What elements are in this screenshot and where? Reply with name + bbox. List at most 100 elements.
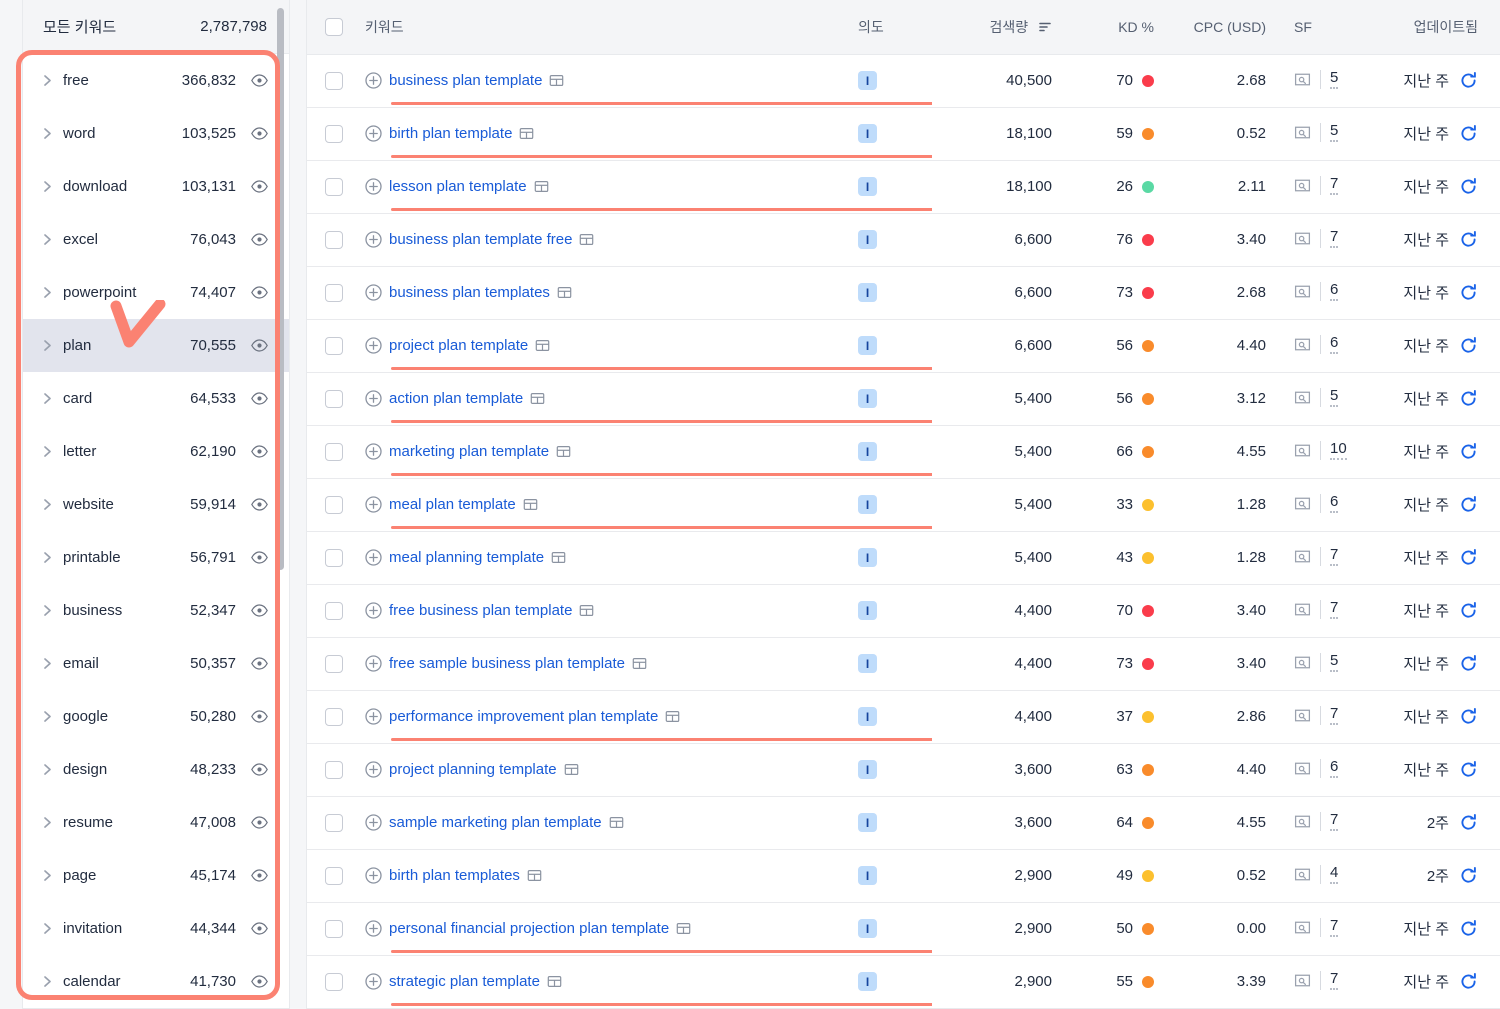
eye-icon[interactable] <box>250 336 269 355</box>
intent-badge[interactable]: I <box>858 177 877 196</box>
intent-badge[interactable]: I <box>858 654 877 673</box>
row-checkbox[interactable] <box>325 177 343 196</box>
add-keyword-icon[interactable] <box>365 231 382 248</box>
serp-features-icon[interactable] <box>1294 230 1311 247</box>
serp-overview-icon[interactable] <box>557 285 572 300</box>
eye-icon[interactable] <box>250 389 269 408</box>
intent-badge[interactable]: I <box>858 707 877 726</box>
keyword-group-row[interactable]: free 366,832 <box>23 54 289 107</box>
keyword-group-row[interactable]: excel 76,043 <box>23 213 289 266</box>
serp-features-icon[interactable] <box>1294 336 1311 353</box>
add-keyword-icon[interactable] <box>365 708 382 725</box>
table-row[interactable]: meal plan template I 5,400 33 1.28 6 지난 주 <box>307 478 1500 532</box>
refresh-icon[interactable] <box>1459 866 1478 885</box>
row-checkbox[interactable] <box>325 495 343 514</box>
chevron-right-icon[interactable] <box>41 445 59 458</box>
table-row[interactable]: performance improvement plan template I 4,… <box>307 690 1500 744</box>
serp-features-icon[interactable] <box>1294 760 1311 777</box>
serp-features-icon[interactable] <box>1294 707 1311 724</box>
row-checkbox[interactable] <box>325 866 343 885</box>
add-keyword-icon[interactable] <box>365 496 382 513</box>
intent-badge[interactable]: I <box>858 495 877 514</box>
intent-badge[interactable]: I <box>858 283 877 302</box>
serp-features-icon[interactable] <box>1294 919 1311 936</box>
keyword-link[interactable]: marketing plan template <box>389 443 549 460</box>
chevron-right-icon[interactable] <box>41 286 59 299</box>
row-checkbox[interactable] <box>325 813 343 832</box>
table-row[interactable]: personal financial projection plan templ… <box>307 902 1500 956</box>
serp-overview-icon[interactable] <box>535 338 550 353</box>
sf-value[interactable]: 7 <box>1330 599 1339 620</box>
serp-overview-icon[interactable] <box>665 709 680 724</box>
row-checkbox[interactable] <box>325 919 343 938</box>
chevron-right-icon[interactable] <box>41 74 59 87</box>
chevron-right-icon[interactable] <box>41 710 59 723</box>
serp-overview-icon[interactable] <box>530 391 545 406</box>
eye-icon[interactable] <box>250 601 269 620</box>
serp-features-icon[interactable] <box>1294 124 1311 141</box>
eye-icon[interactable] <box>250 230 269 249</box>
row-checkbox[interactable] <box>325 71 343 90</box>
serp-overview-icon[interactable] <box>564 762 579 777</box>
keyword-link[interactable]: birth plan templates <box>389 867 520 884</box>
add-keyword-icon[interactable] <box>365 443 382 460</box>
refresh-icon[interactable] <box>1459 813 1478 832</box>
table-row[interactable]: meal planning template I 5,400 43 1.28 7 지난 주 <box>307 531 1500 585</box>
sf-value[interactable]: 7 <box>1330 970 1339 991</box>
add-keyword-icon[interactable] <box>365 602 382 619</box>
keyword-link[interactable]: project planning template <box>389 761 557 778</box>
keyword-link[interactable]: action plan template <box>389 390 523 407</box>
keyword-group-row[interactable]: plan 70,555 <box>23 319 289 372</box>
refresh-icon[interactable] <box>1459 230 1478 249</box>
sf-value[interactable]: 5 <box>1330 387 1339 408</box>
add-keyword-icon[interactable] <box>365 178 382 195</box>
intent-badge[interactable]: I <box>858 71 877 90</box>
sf-value[interactable]: 7 <box>1330 175 1339 196</box>
eye-icon[interactable] <box>250 124 269 143</box>
serp-features-icon[interactable] <box>1294 601 1311 618</box>
sf-value[interactable]: 6 <box>1330 281 1339 302</box>
sf-value[interactable]: 5 <box>1330 69 1339 90</box>
keyword-group-row[interactable]: page 45,174 <box>23 849 289 902</box>
chevron-right-icon[interactable] <box>41 604 59 617</box>
keyword-group-row[interactable]: powerpoint 74,407 <box>23 266 289 319</box>
table-row[interactable]: project plan template I 6,600 56 4.40 6 지난 주 <box>307 319 1500 373</box>
eye-icon[interactable] <box>250 283 269 302</box>
table-row[interactable]: project planning template I 3,600 63 4.40 6 지난… <box>307 743 1500 797</box>
header-sf[interactable]: SF <box>1280 0 1370 55</box>
keyword-group-row[interactable]: website 59,914 <box>23 478 289 531</box>
chevron-right-icon[interactable] <box>41 816 59 829</box>
serp-overview-icon[interactable] <box>534 179 549 194</box>
sf-value[interactable]: 7 <box>1330 811 1339 832</box>
chevron-right-icon[interactable] <box>41 392 59 405</box>
add-keyword-icon[interactable] <box>365 72 382 89</box>
add-keyword-icon[interactable] <box>365 655 382 672</box>
chevron-right-icon[interactable] <box>41 127 59 140</box>
table-row[interactable]: marketing plan template I 5,400 66 4.55 10 지난 … <box>307 425 1500 479</box>
table-row[interactable]: business plan template free I 6,600 76 3.40 7… <box>307 213 1500 267</box>
refresh-icon[interactable] <box>1459 548 1478 567</box>
serp-features-icon[interactable] <box>1294 177 1311 194</box>
refresh-icon[interactable] <box>1459 601 1478 620</box>
sf-value[interactable]: 6 <box>1330 758 1339 779</box>
refresh-icon[interactable] <box>1459 495 1478 514</box>
chevron-right-icon[interactable] <box>41 922 59 935</box>
header-volume[interactable]: 검색량 <box>932 0 1080 55</box>
keyword-group-row[interactable]: email 50,357 <box>23 637 289 690</box>
keyword-link[interactable]: sample marketing plan template <box>389 814 602 831</box>
serp-overview-icon[interactable] <box>523 497 538 512</box>
refresh-icon[interactable] <box>1459 336 1478 355</box>
row-checkbox[interactable] <box>325 230 343 249</box>
keyword-group-row[interactable]: letter 62,190 <box>23 425 289 478</box>
add-keyword-icon[interactable] <box>365 284 382 301</box>
keyword-link[interactable]: business plan template <box>389 72 542 89</box>
chevron-right-icon[interactable] <box>41 180 59 193</box>
table-row[interactable]: business plan template I 40,500 70 2.68 5 지난 주 <box>307 54 1500 108</box>
add-keyword-icon[interactable] <box>365 973 382 990</box>
eye-icon[interactable] <box>250 760 269 779</box>
sf-value[interactable]: 7 <box>1330 546 1339 567</box>
serp-overview-icon[interactable] <box>632 656 647 671</box>
sf-value[interactable]: 6 <box>1330 493 1339 514</box>
keyword-group-row[interactable]: card 64,533 <box>23 372 289 425</box>
intent-badge[interactable]: I <box>858 124 877 143</box>
